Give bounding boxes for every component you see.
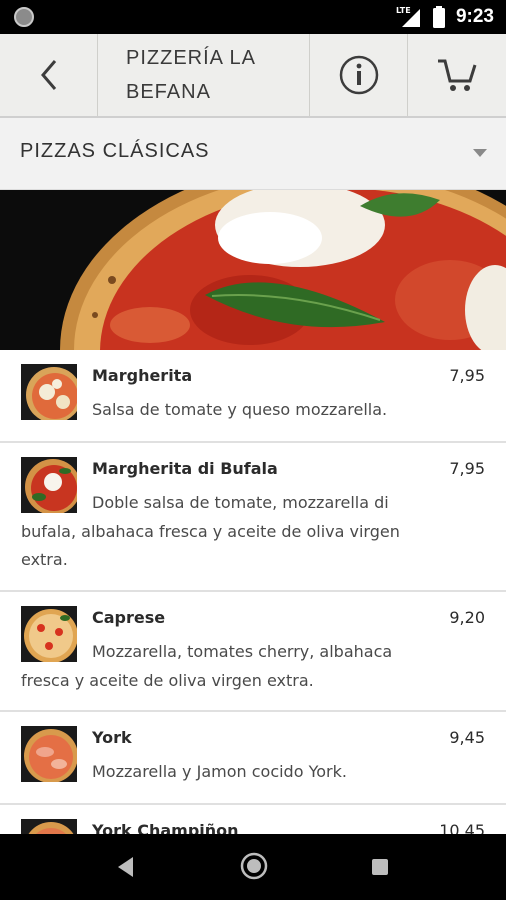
app-header: PIZZERÍA LA BEFANA	[0, 34, 506, 118]
item-thumbnail	[21, 819, 77, 834]
dropdown-arrow-icon[interactable]	[473, 149, 487, 157]
item-description: Mozzarella, tomates cherry, albahaca fre…	[21, 642, 393, 690]
back-button[interactable]	[0, 34, 98, 116]
info-icon	[339, 55, 378, 95]
item-price: 9,20	[449, 608, 485, 627]
cart-icon	[438, 59, 477, 91]
item-price: 9,45	[449, 728, 485, 747]
home-nav-icon[interactable]	[240, 852, 268, 880]
item-name: Margherita	[92, 366, 193, 385]
item-description: Salsa de tomate y queso mozzarella.	[92, 400, 388, 419]
menu-item[interactable]: York 9,45 Mozzarella y Jamon cocido York…	[0, 712, 506, 805]
notification-icon	[14, 7, 34, 27]
menu-item[interactable]: Margherita 7,95 Salsa de tomate y queso …	[0, 350, 506, 443]
navigation-bar	[0, 834, 506, 900]
item-description: Mozzarella y Jamon cocido York.	[92, 762, 347, 781]
item-price: 10,45	[439, 821, 485, 834]
item-name: Margherita di Bufala	[92, 459, 278, 478]
status-icons: LTE 9:23	[396, 0, 494, 34]
cart-button[interactable]	[408, 34, 506, 116]
menu-item[interactable]: Caprese 9,20 Mozzarella, tomates cherry,…	[0, 592, 506, 712]
item-name: York Champiñon	[92, 821, 239, 834]
battery-icon	[432, 6, 445, 28]
item-name: York	[92, 728, 132, 747]
restaurant-title-cell: PIZZERÍA LA BEFANA	[98, 34, 310, 116]
status-bar: LTE 9:23	[0, 0, 506, 34]
lte-signal-icon: LTE	[396, 6, 422, 28]
item-description: Doble salsa de tomate, mozzarella di buf…	[21, 493, 400, 569]
item-price: 7,95	[449, 366, 485, 385]
clock: 9:23	[455, 6, 494, 27]
pizza-banner-image	[0, 190, 506, 350]
recents-nav-icon[interactable]	[371, 858, 389, 876]
menu-list: Margherita 7,95 Salsa de tomate y queso …	[0, 350, 506, 834]
item-name: Caprese	[92, 608, 166, 627]
back-nav-icon[interactable]	[116, 856, 136, 878]
category-selector[interactable]: PIZZAS CLÁSICAS	[0, 118, 506, 190]
menu-item[interactable]: Margherita di Bufala 7,95 Doble salsa de…	[0, 443, 506, 592]
menu-item[interactable]: York Champiñon 10,45	[0, 805, 506, 834]
category-label: PIZZAS CLÁSICAS	[20, 140, 210, 162]
back-arrow-icon	[40, 60, 56, 90]
restaurant-title: PIZZERÍA LA BEFANA	[126, 47, 255, 103]
item-price: 7,95	[449, 459, 485, 478]
info-button[interactable]	[310, 34, 408, 116]
